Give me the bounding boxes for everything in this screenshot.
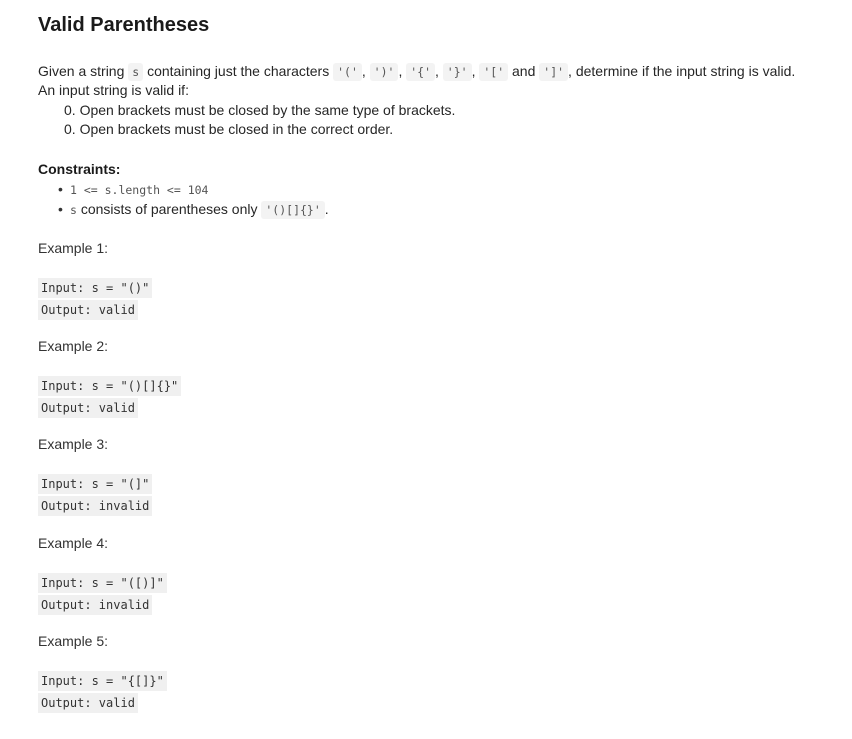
example-input: Input: s = "()" xyxy=(38,278,153,298)
constraint-code: '()[]{}' xyxy=(261,201,325,219)
example-input: Input: s = "([)]" xyxy=(38,573,167,593)
example-title: Example 1: xyxy=(38,240,109,256)
example-output: Output: valid xyxy=(38,300,138,320)
example-block: Input: s = "()[]{}" Output: valid xyxy=(38,376,182,420)
code-char: '{' xyxy=(406,63,435,81)
example-title: Example 2: xyxy=(38,338,109,354)
page-title: Valid Parentheses xyxy=(38,14,210,36)
constraint-item: 1 <= s.length <= 104 xyxy=(58,180,329,200)
example-block: Input: s = "([)]" Output: invalid xyxy=(38,573,167,617)
code-char: ']' xyxy=(539,63,569,81)
example-input: Input: s = "()[]{}" xyxy=(38,376,182,396)
example-output: Output: invalid xyxy=(38,595,153,615)
rule-item: 0. Open brackets must be closed by the s… xyxy=(64,102,456,118)
example-output: Output: invalid xyxy=(38,496,153,516)
example-block: Input: s = "()" Output: valid xyxy=(38,278,153,322)
code-char: '(' xyxy=(333,63,362,81)
desc-text: Given a string xyxy=(38,63,125,79)
code-char: ')' xyxy=(369,63,399,81)
example-output: Output: valid xyxy=(38,398,138,418)
constraint-code: 1 <= s.length <= 104 xyxy=(70,183,209,197)
desc-text: containing just the characters xyxy=(147,63,330,79)
problem-description: Given a string s containing just the cha… xyxy=(38,62,838,139)
desc-text: , determine if the input string is valid… xyxy=(568,63,796,79)
rule-item: 0. Open brackets must be closed in the c… xyxy=(64,121,394,137)
constraints-list: 1 <= s.length <= 104 s consists of paren… xyxy=(58,180,329,220)
description-line-1: Given a string s containing just the cha… xyxy=(38,63,796,81)
example-title: Example 3: xyxy=(38,436,109,452)
example-input: Input: s = "(]" xyxy=(38,474,153,494)
example-input: Input: s = "{[]}" xyxy=(38,671,167,691)
example-title: Example 5: xyxy=(38,633,109,649)
constraint-item: s consists of parentheses only '()[]{}'. xyxy=(58,200,329,220)
desc-text: and xyxy=(512,63,536,79)
description-line-2: An input string is valid if: xyxy=(38,82,189,98)
rules-list: 0. Open brackets must be closed by the s… xyxy=(64,101,838,139)
constraint-text: . xyxy=(324,201,329,217)
example-block: Input: s = "(]" Output: invalid xyxy=(38,474,153,518)
code-char: '}' xyxy=(442,63,472,81)
example-block: Input: s = "{[]}" Output: valid xyxy=(38,671,167,715)
constraints-title: Constraints: xyxy=(38,161,121,177)
code-char: '[' xyxy=(479,63,509,81)
constraint-text: consists of parentheses only xyxy=(80,201,258,217)
constraint-code: s xyxy=(70,203,77,217)
example-output: Output: valid xyxy=(38,693,138,713)
example-title: Example 4: xyxy=(38,535,109,551)
code-s: s xyxy=(128,63,144,81)
